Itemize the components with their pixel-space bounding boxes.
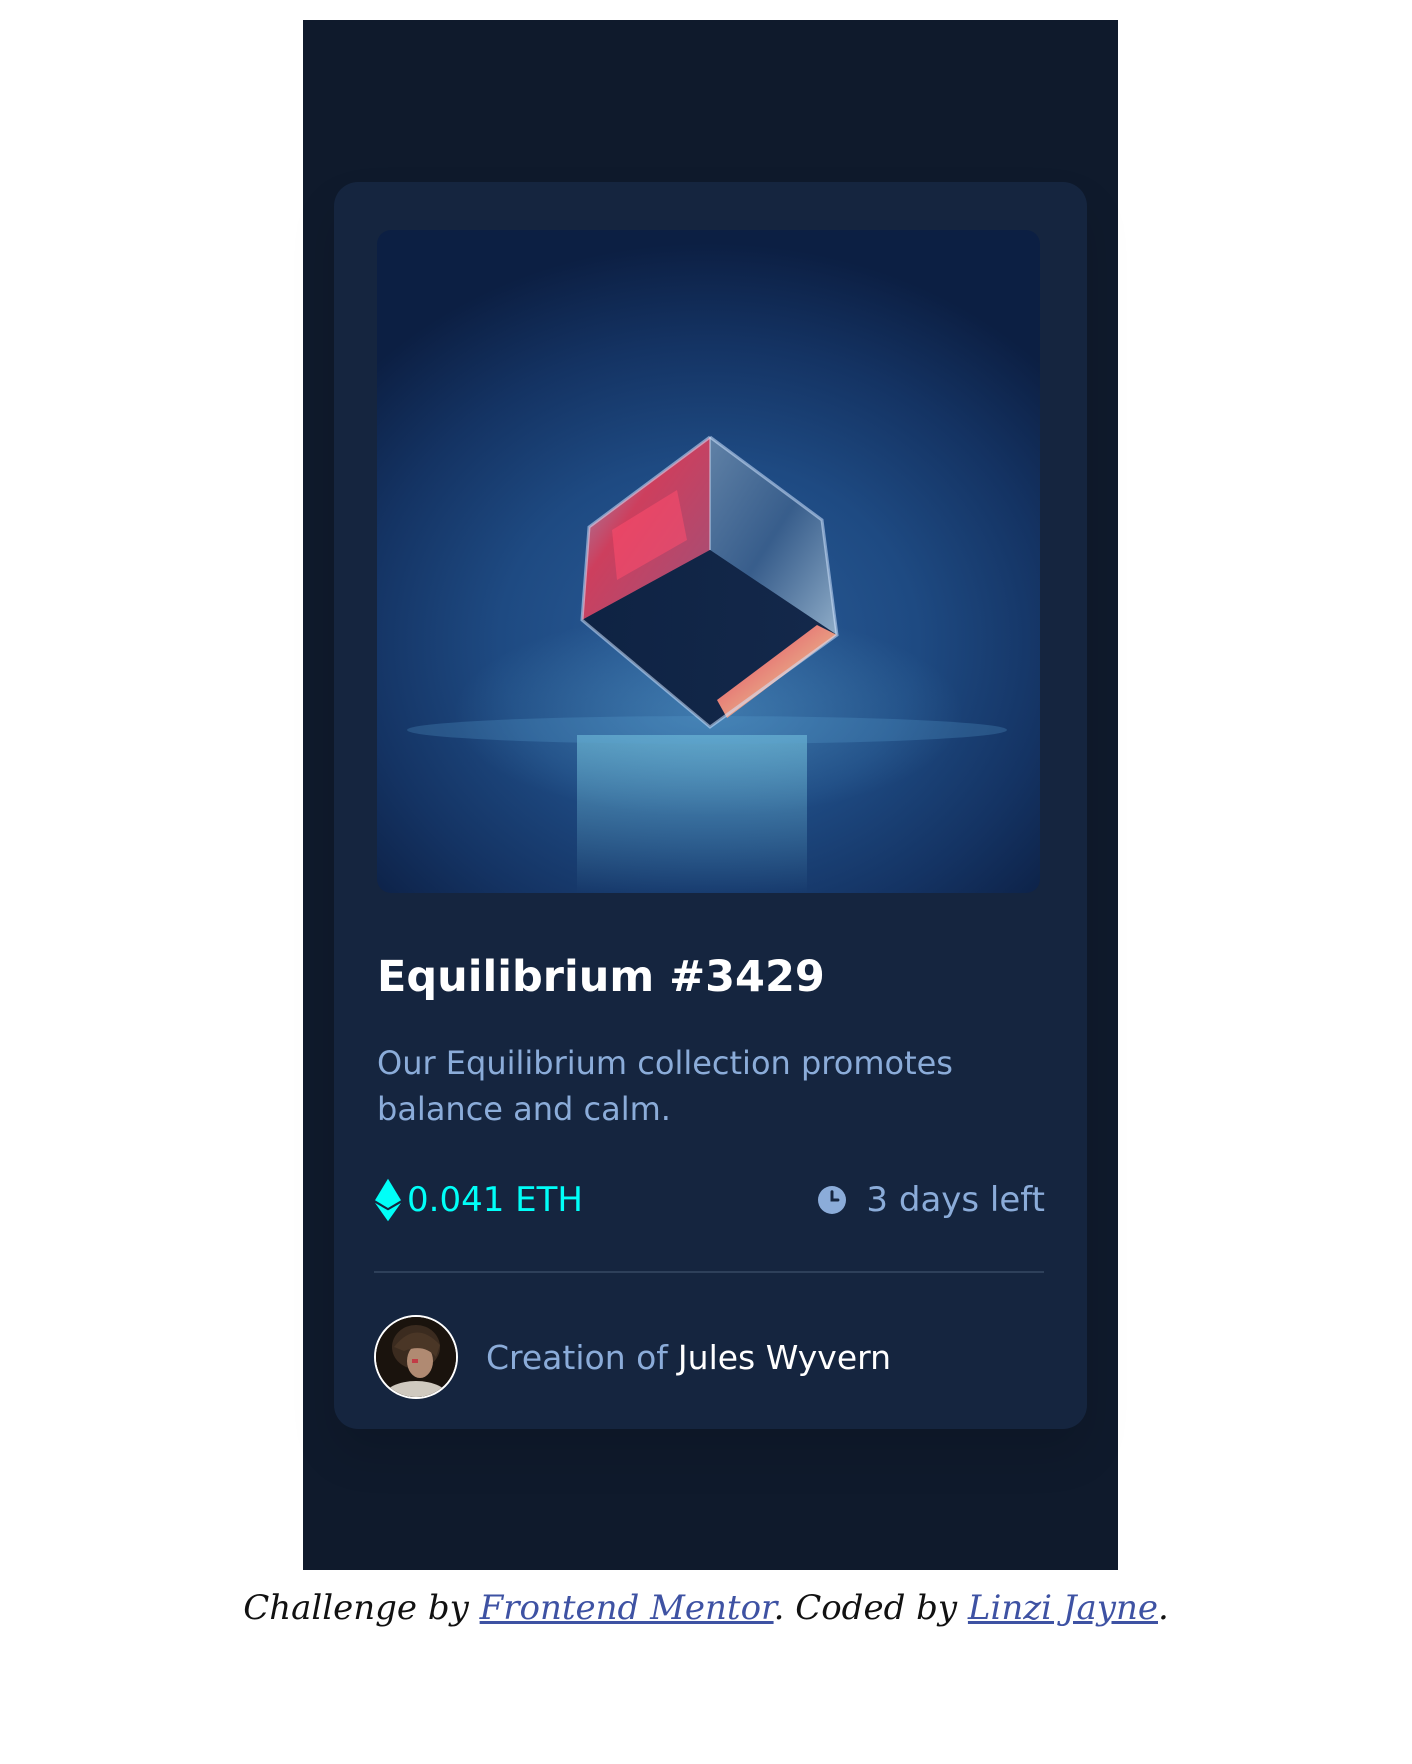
attribution: Challenge by Frontend Mentor. Coded by L… <box>0 1588 1412 1628</box>
attribution-middle: . Coded by <box>773 1588 958 1628</box>
creator-avatar <box>374 1315 458 1399</box>
ethereum-icon <box>375 1178 401 1222</box>
nft-stats: 0.041 ETH 3 days left <box>375 1176 1045 1224</box>
time-value: 3 days left <box>866 1180 1045 1220</box>
attribution-suffix: . <box>1158 1588 1169 1628</box>
clock-icon <box>818 1186 847 1214</box>
nft-card: Equilibrium #3429 Our Equilibrium collec… <box>334 182 1087 1429</box>
frontend-mentor-link[interactable]: Frontend Mentor <box>480 1588 774 1628</box>
page-background: Equilibrium #3429 Our Equilibrium collec… <box>303 20 1118 1570</box>
creator-prefix: Creation of <box>486 1337 668 1377</box>
avatar-image <box>376 1317 456 1397</box>
cube-illustration <box>407 435 1007 893</box>
time-remaining: 3 days left <box>818 1176 1045 1224</box>
creator-row: Creation of Jules Wyvern <box>374 1315 891 1399</box>
nft-description: Our Equilibrium collection promotes bala… <box>377 1044 953 1128</box>
creator-name-link[interactable]: Jules Wyvern <box>678 1338 891 1377</box>
nft-image[interactable] <box>377 230 1040 893</box>
creator-credit: Creation of Jules Wyvern <box>486 1338 891 1377</box>
price-value: 0.041 ETH <box>407 1180 583 1220</box>
author-link[interactable]: Linzi Jayne <box>968 1588 1158 1628</box>
divider <box>374 1271 1044 1273</box>
nft-title[interactable]: Equilibrium #3429 <box>377 950 825 1004</box>
price: 0.041 ETH <box>375 1176 583 1224</box>
attribution-prefix: Challenge by <box>243 1588 469 1628</box>
